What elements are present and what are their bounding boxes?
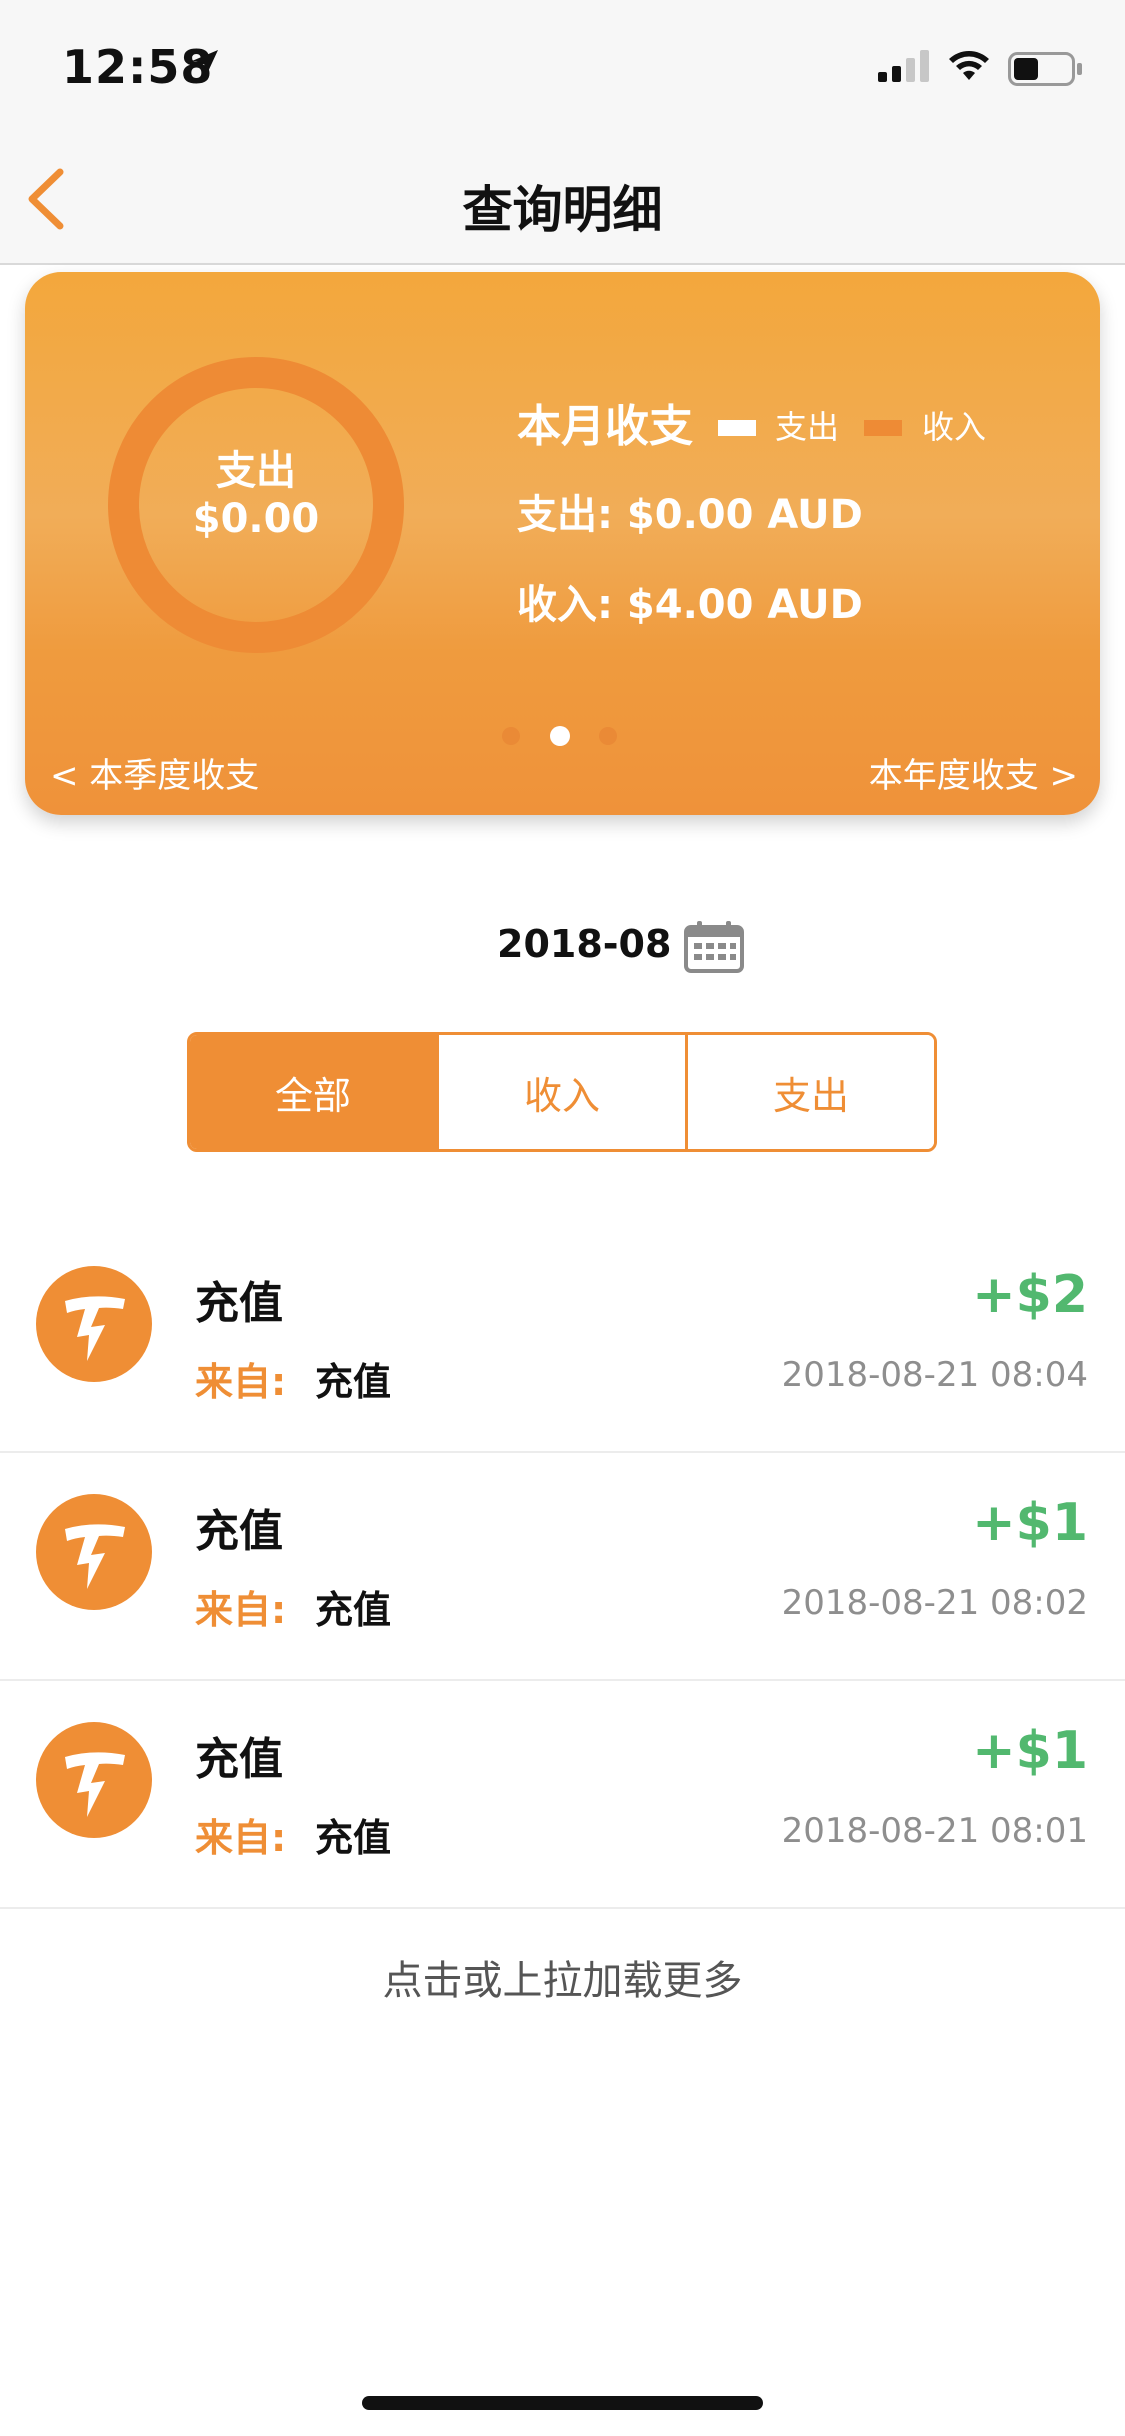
load-more-button[interactable]: 点击或上拉加载更多 — [0, 1948, 1125, 2006]
card-title: 本月收支 — [517, 401, 693, 452]
transaction-row[interactable]: 充值 来自: 充值 +$2 2018-08-21 08:04 — [0, 1225, 1125, 1453]
legend-swatch-expense — [718, 420, 756, 436]
transaction-amount: +$1 — [972, 1721, 1088, 1781]
legend-label-expense: 支出 — [775, 408, 840, 446]
from-label: 来自: — [195, 1816, 287, 1860]
year-summary-link[interactable]: 本年度收支 > — [869, 748, 1078, 797]
from-label: 来自: — [195, 1360, 287, 1404]
page-dot[interactable] — [599, 727, 617, 745]
from-value: 充值 — [315, 1588, 392, 1632]
battery-icon — [1008, 52, 1084, 90]
legend-label-income: 收入 — [922, 408, 987, 446]
wifi-icon — [946, 48, 992, 86]
tab-income[interactable]: 收入 — [436, 1035, 685, 1149]
legend-swatch-income — [864, 420, 902, 436]
page-dot[interactable] — [502, 727, 520, 745]
transaction-amount: +$2 — [972, 1265, 1088, 1325]
transaction-time: 2018-08-21 08:01 — [781, 1811, 1088, 1851]
tab-all[interactable]: 全部 — [190, 1035, 436, 1149]
ring-label-title: 支出 — [216, 448, 296, 494]
page-dot-active[interactable] — [550, 726, 570, 746]
from-label: 来自: — [195, 1588, 287, 1632]
brand-logo-icon — [35, 1493, 153, 1615]
status-bar: 12:58 — [0, 0, 1125, 132]
transaction-title: 充值 — [195, 1506, 283, 1557]
nav-bar: 查询明细 — [0, 132, 1125, 265]
ring-label-value: $0.00 — [192, 496, 320, 542]
ring-label: 支出 $0.00 — [108, 447, 404, 543]
transaction-row[interactable]: 充值 来自: 充值 +$1 2018-08-21 08:02 — [0, 1453, 1125, 1681]
expense-total: 支出: $0.00 AUD — [517, 492, 863, 538]
calendar-icon[interactable] — [683, 920, 745, 978]
from-value: 充值 — [315, 1360, 392, 1404]
transaction-row[interactable]: 充值 来自: 充值 +$1 2018-08-21 08:01 — [0, 1681, 1125, 1909]
transaction-title: 充值 — [195, 1278, 283, 1329]
from-value: 充值 — [315, 1816, 392, 1860]
transaction-time: 2018-08-21 08:04 — [781, 1355, 1088, 1395]
page-indicator[interactable] — [502, 723, 622, 747]
quarter-summary-link[interactable]: < 本季度收支 — [50, 748, 259, 797]
filter-segmented-control: 全部 收入 支出 — [187, 1032, 937, 1152]
transaction-title: 充值 — [195, 1734, 283, 1785]
income-total: 收入: $4.00 AUD — [517, 582, 863, 628]
month-label[interactable]: 2018-08 — [497, 922, 671, 966]
brand-logo-icon — [35, 1265, 153, 1387]
transaction-time: 2018-08-21 08:02 — [781, 1583, 1088, 1623]
home-indicator[interactable] — [362, 2396, 763, 2410]
summary-card[interactable]: 支出 $0.00 本月收支 支出 收入 支出: $0.00 AUD 收入: $4… — [25, 272, 1100, 815]
tab-expense[interactable]: 支出 — [685, 1035, 934, 1149]
brand-logo-icon — [35, 1721, 153, 1843]
location-arrow-icon — [190, 48, 220, 82]
cellular-signal-icon — [878, 50, 930, 86]
page-title: 查询明细 — [462, 181, 663, 239]
transaction-amount: +$1 — [972, 1493, 1088, 1553]
